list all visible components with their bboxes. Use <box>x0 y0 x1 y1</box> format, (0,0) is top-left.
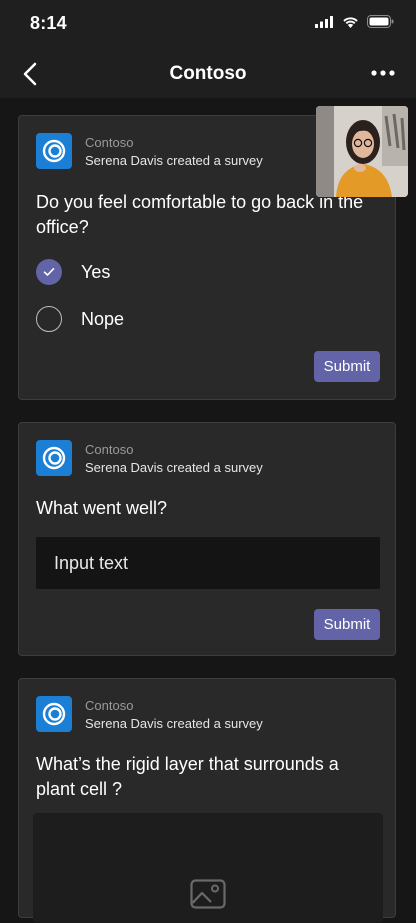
option-label-nope[interactable]: Nope <box>81 309 124 330</box>
contoso-logo-icon <box>42 139 66 163</box>
check-icon <box>43 268 55 276</box>
radio-nope[interactable] <box>36 306 62 332</box>
survey-card-2: Contoso Serena Davis created a survey Wh… <box>18 422 396 656</box>
answer-text-input[interactable]: Input text <box>36 537 380 589</box>
nav-bar: Contoso <box>0 50 416 98</box>
survey-subtitle: Serena Davis created a survey <box>85 716 263 731</box>
contoso-logo-icon <box>42 702 66 726</box>
signal-icon <box>315 15 333 28</box>
participant-video <box>316 106 408 197</box>
survey-card-3: Contoso Serena Davis created a survey Wh… <box>18 678 396 923</box>
survey-subtitle: Serena Davis created a survey <box>85 460 263 475</box>
wifi-icon <box>343 16 358 28</box>
battery-icon <box>367 15 394 28</box>
video-pip[interactable] <box>316 106 408 197</box>
contoso-logo-icon <box>42 446 66 470</box>
status-bar: 8:14 <box>0 0 416 50</box>
survey-question: Do you feel comfortable to go back in th… <box>36 192 364 237</box>
radio-yes[interactable] <box>36 259 62 285</box>
more-horizontal-icon <box>371 70 395 76</box>
more-button[interactable] <box>368 60 398 86</box>
survey-question: What’s the rigid layer that surrounds a … <box>36 754 339 799</box>
submit-button[interactable]: Submit <box>314 609 380 640</box>
survey-subtitle: Serena Davis created a survey <box>85 153 263 168</box>
image-icon <box>190 879 226 909</box>
app-name: Contoso <box>85 442 134 457</box>
page-title: Contoso <box>169 63 247 84</box>
app-name: Contoso <box>85 135 134 150</box>
status-icons <box>315 15 394 28</box>
submit-button[interactable]: Submit <box>314 351 380 382</box>
option-label-yes[interactable]: Yes <box>81 262 110 283</box>
contoso-app-icon <box>36 133 72 169</box>
survey-question: What went well? <box>36 498 168 518</box>
contoso-app-icon <box>36 696 72 732</box>
app-name: Contoso <box>85 698 134 713</box>
image-placeholder[interactable] <box>33 813 383 923</box>
status-time: 8:14 <box>30 13 67 33</box>
contoso-app-icon <box>36 440 72 476</box>
